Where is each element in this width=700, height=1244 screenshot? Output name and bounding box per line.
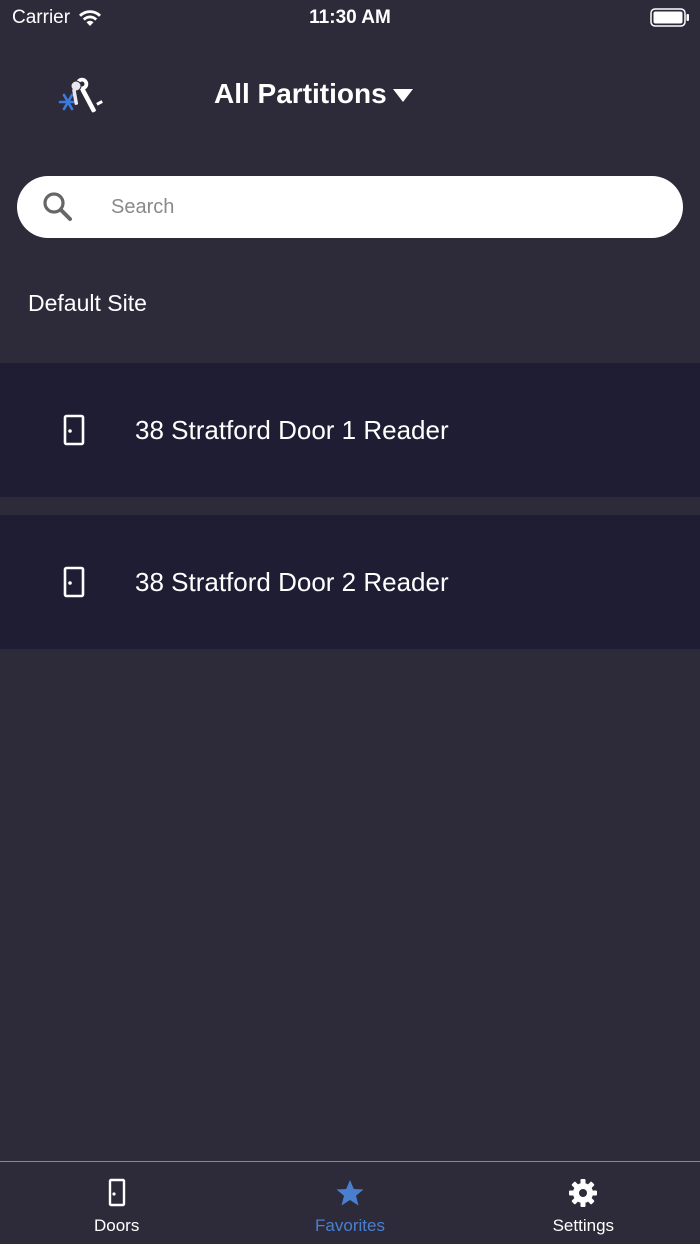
snowflake-key-icon — [58, 76, 103, 113]
search-bar — [17, 176, 683, 238]
door-label: 38 Stratford Door 1 Reader — [135, 414, 449, 445]
tab-label: Doors — [93, 1216, 140, 1235]
partition-selector[interactable]: All Partitions — [214, 78, 413, 110]
partition-label: All Partitions — [214, 78, 387, 109]
search-icon — [43, 192, 72, 221]
tab-doors[interactable]: Doors — [0, 1162, 233, 1244]
tab-settings[interactable]: Settings — [467, 1162, 700, 1244]
door-row[interactable]: 38 Stratford Door 1 Reader — [0, 363, 700, 497]
tab-label: Favorites — [315, 1216, 385, 1235]
door-label: 38 Stratford Door 2 Reader — [135, 566, 449, 597]
header: All Partitions — [0, 60, 700, 136]
tab-label: Settings — [552, 1216, 615, 1235]
star-icon — [336, 1180, 364, 1206]
screen: Carrier 11:30 AM All Partitions Search D… — [0, 0, 700, 1244]
door-row[interactable]: 38 Stratford Door 2 Reader — [0, 515, 700, 649]
caret-down-icon — [392, 88, 413, 102]
door-icon — [63, 414, 85, 446]
status-bar: Carrier 11:30 AM — [0, 0, 700, 38]
door-icon — [63, 566, 85, 598]
door-icon — [108, 1178, 125, 1207]
status-time: 11:30 AM — [309, 7, 391, 28]
site-title: Default Site — [28, 290, 147, 316]
tab-bar: Doors Favorites Settings — [0, 1161, 700, 1244]
battery-icon — [650, 8, 689, 27]
search-input[interactable] — [111, 176, 651, 238]
gear-icon — [569, 1179, 598, 1207]
tab-favorites[interactable]: Favorites — [233, 1162, 466, 1244]
